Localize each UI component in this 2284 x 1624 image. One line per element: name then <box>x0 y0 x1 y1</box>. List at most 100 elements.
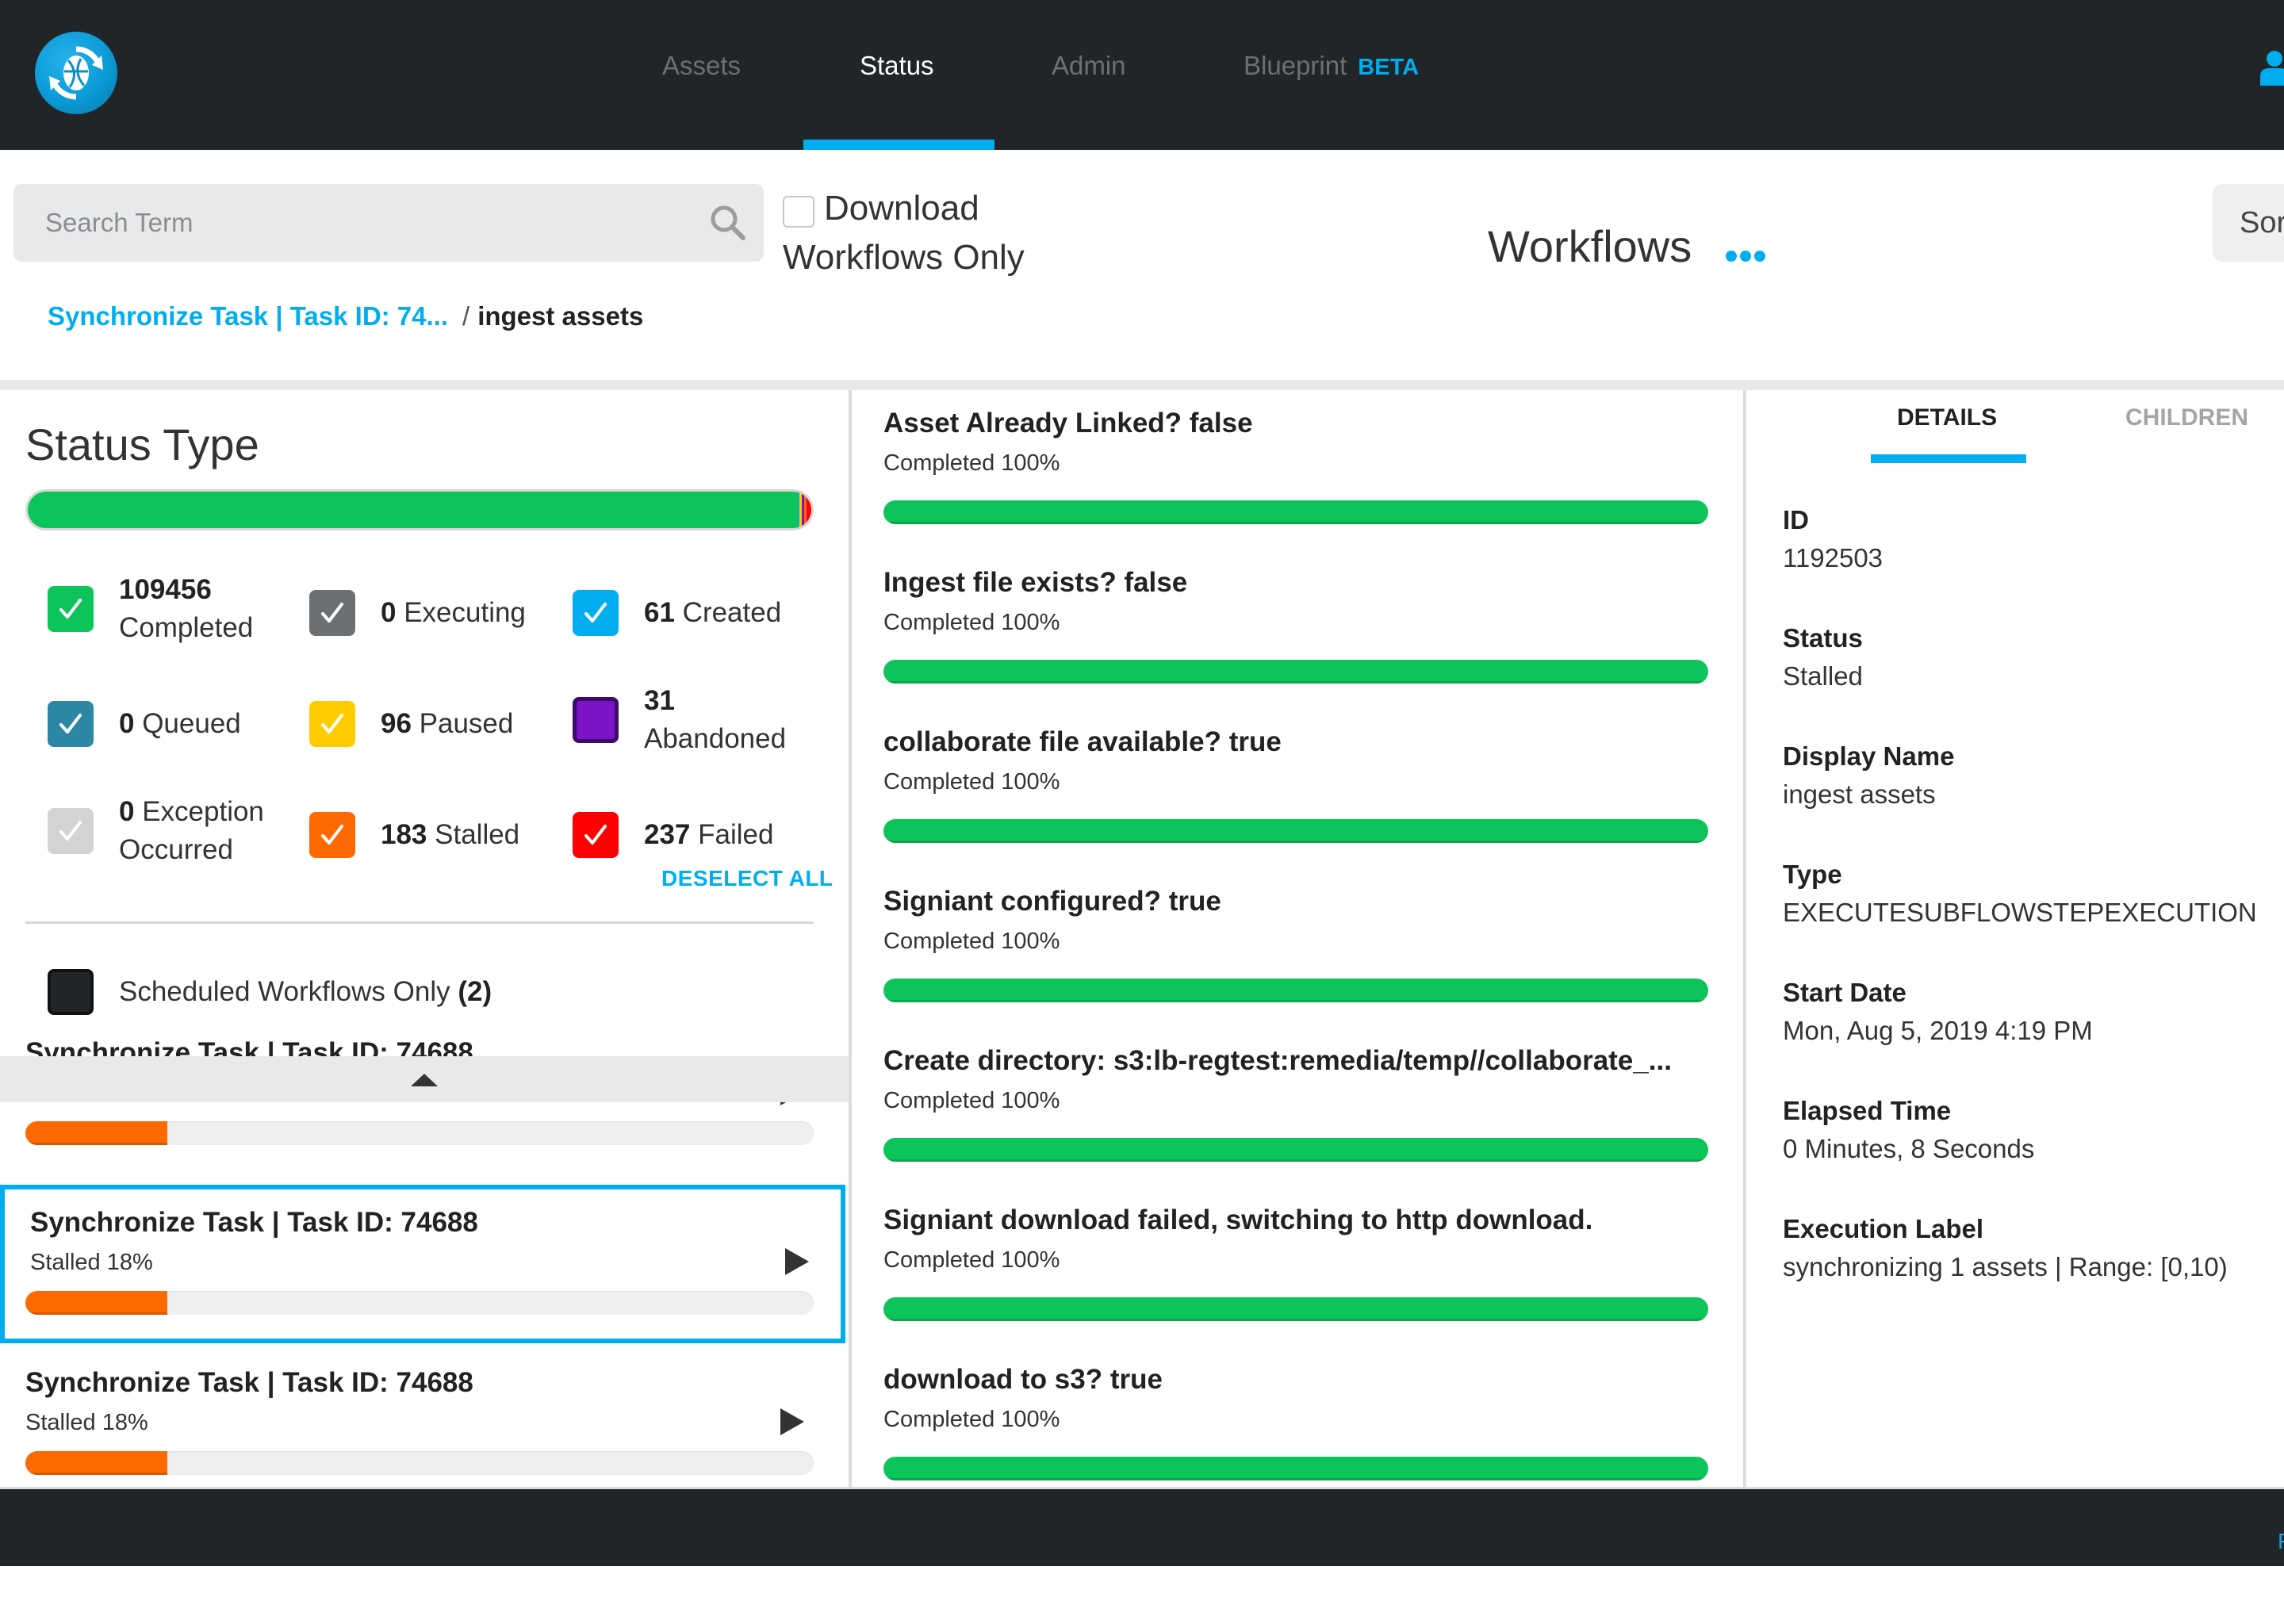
detail-label: Status <box>1783 623 1863 653</box>
nav-status[interactable]: Status <box>860 51 934 81</box>
paused-checkbox[interactable] <box>309 701 355 747</box>
detail-label: Execution Label <box>1783 1214 1984 1243</box>
exception-checkbox[interactable] <box>48 808 94 854</box>
checkmark-icon <box>321 825 343 845</box>
step-status: Completed 100% <box>883 1088 1060 1113</box>
status-filter-completed[interactable]: 109456 Completed <box>48 571 253 647</box>
workflow-step[interactable]: Signiant configured? true Completed 100% <box>883 886 1708 1002</box>
tab-details[interactable]: DETAILS <box>1897 404 1997 431</box>
footer-bar: F <box>0 1487 2284 1566</box>
detail-label: ID <box>1783 505 1809 534</box>
queued-checkbox[interactable] <box>48 701 94 747</box>
nav-assets[interactable]: Assets <box>662 51 741 81</box>
step-progress-bar <box>883 660 1708 684</box>
user-icon[interactable] <box>2259 49 2284 86</box>
nav-assets-label: Assets <box>662 51 742 80</box>
search-input[interactable] <box>45 184 696 262</box>
nav-blueprint-label: Blueprint <box>1244 51 1347 80</box>
breadcrumb-parent-link[interactable]: Synchronize Task | Task ID: 74... <box>48 301 448 331</box>
status-filter-stalled[interactable]: 183 Stalled <box>309 812 519 858</box>
step-title: download to s3? true <box>883 1364 1163 1395</box>
detail-value: ingest assets <box>1783 779 1936 809</box>
detail-value: Stalled <box>1783 661 1863 691</box>
workflow-step[interactable]: collaborate file available? true Complete… <box>883 726 1708 843</box>
detail-field-id: ID 1192503 <box>1783 505 1883 573</box>
scheduled-label: Scheduled Workflows Only (2) <box>119 976 492 1007</box>
step-title: Ingest file exists? false <box>883 567 1188 598</box>
tab-children[interactable]: CHILDREN <box>2125 404 2248 431</box>
scheduled-workflows-only-checkbox[interactable]: Scheduled Workflows Only (2) <box>48 969 492 1015</box>
scheduled-checkbox-box[interactable] <box>48 969 94 1015</box>
status-filter-paused[interactable]: 96 Paused <box>309 701 513 747</box>
detail-label: Start Date <box>1783 978 1907 1007</box>
checkmark-icon <box>59 714 82 733</box>
created-checkbox[interactable] <box>573 590 619 636</box>
divider <box>25 921 814 924</box>
details-panel: DETAILS CHILDREN ID 1192503 Status Stalled D… <box>1743 390 2284 1487</box>
task-list-item[interactable]: Synchronize Task | Task ID: 74688 Stalled… <box>0 1345 845 1487</box>
workflow-step[interactable]: Signiant download failed, switching to h… <box>883 1205 1708 1321</box>
step-progress-fill <box>883 979 1708 1002</box>
search-box <box>13 184 764 262</box>
play-icon[interactable] <box>780 1408 804 1435</box>
status-bar-segment-completed <box>28 492 798 528</box>
executing-checkbox[interactable] <box>309 590 355 636</box>
stalled-checkbox[interactable] <box>309 812 355 858</box>
breadcrumb-separator: / <box>462 301 470 331</box>
beta-badge: BETA <box>1358 55 1420 80</box>
workflow-step[interactable]: Ingest file exists? false Completed 100% <box>883 567 1708 684</box>
collapse-filters-button[interactable] <box>0 1056 849 1102</box>
detail-label: Display Name <box>1783 741 1955 771</box>
status-distribution-bar <box>25 489 814 530</box>
executing-label: 0 Executing <box>381 597 526 628</box>
status-filter-created[interactable]: 61 Created <box>573 590 781 636</box>
task-list-item[interactable]: Synchronize Task | Task ID: 74688 Stalled… <box>0 1185 845 1343</box>
step-progress-bar <box>883 500 1708 524</box>
detail-field-execution-label: Execution Label synchronizing 1 assets | … <box>1783 1214 2228 1282</box>
step-progress-bar <box>883 979 1708 1002</box>
section-divider <box>0 380 2284 390</box>
nav-status-label: Status <box>860 51 934 80</box>
breadcrumb-current: ingest assets <box>477 301 644 331</box>
task-title: Synchronize Task | Task ID: 74688 <box>30 1207 478 1238</box>
status-filter-abandoned[interactable]: 31 Abandoned <box>573 682 786 758</box>
abandoned-checkbox[interactable] <box>573 697 619 743</box>
deselect-all-button[interactable]: DESELECT ALL <box>661 866 834 891</box>
search-icon[interactable] <box>708 203 748 243</box>
nav-admin-label: Admin <box>1052 51 1126 80</box>
status-type-title: Status Type <box>25 419 259 469</box>
workflow-step[interactable]: Create directory: s3:lb-regtest:remedia/… <box>883 1045 1708 1162</box>
play-icon[interactable] <box>785 1248 809 1275</box>
workflow-step[interactable]: download to s3? true Completed 100% <box>883 1364 1708 1480</box>
step-progress-fill <box>883 1297 1708 1321</box>
status-filter-queued[interactable]: 0 Queued <box>48 701 241 747</box>
footer-link[interactable]: F <box>2278 1529 2284 1554</box>
step-title: collaborate file available? true <box>883 726 1282 757</box>
exception-label: 0 Exception Occurred <box>119 796 264 865</box>
step-status: Completed 100% <box>883 610 1060 635</box>
detail-label: Elapsed Time <box>1783 1096 1952 1125</box>
status-filter-failed[interactable]: 237 Failed <box>573 812 773 858</box>
scheduled-count: (2) <box>458 976 492 1007</box>
completed-checkbox[interactable] <box>48 586 94 632</box>
globe-sync-logo-icon[interactable] <box>35 32 117 114</box>
workflow-step[interactable]: Asset Already Linked? false Completed 100… <box>883 408 1708 524</box>
task-progress-bar <box>25 1291 814 1315</box>
sort-dropdown[interactable]: Sort <box>2213 184 2284 262</box>
failed-checkbox[interactable] <box>573 812 619 858</box>
nav-blueprint[interactable]: Blueprint BETA <box>1244 51 1419 81</box>
checkmark-icon <box>59 599 82 619</box>
step-progress-bar <box>883 1457 1708 1480</box>
more-dots-icon[interactable] <box>1726 251 1765 262</box>
task-progress-fill <box>25 1291 167 1315</box>
status-filter-exception[interactable]: 0 Exception Occurred <box>48 793 264 869</box>
status-filter-executing[interactable]: 0 Executing <box>309 590 526 636</box>
step-title: Create directory: s3:lb-regtest:remedia/… <box>883 1045 1672 1076</box>
step-title: Signiant configured? true <box>883 886 1221 917</box>
checkmark-icon <box>321 603 343 622</box>
task-status: Stalled 18% <box>30 1250 153 1275</box>
nav-admin[interactable]: Admin <box>1052 51 1126 81</box>
checkmark-icon <box>321 714 343 733</box>
abandoned-label: 31 Abandoned <box>644 685 787 754</box>
step-status: Completed 100% <box>883 769 1060 795</box>
